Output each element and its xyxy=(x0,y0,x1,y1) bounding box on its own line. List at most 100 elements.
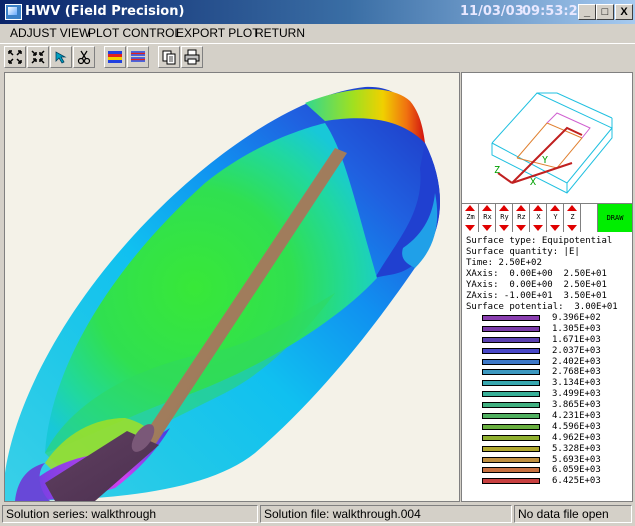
arrow-down-icon[interactable] xyxy=(550,225,560,231)
arrow-up-icon[interactable] xyxy=(516,205,526,211)
draw-button[interactable]: DRAW xyxy=(598,204,632,232)
legend-row: 5.328E+03 xyxy=(482,444,630,455)
pointer-button[interactable] xyxy=(50,46,72,68)
legend-value: 6.425E+03 xyxy=(552,476,601,487)
legend-row: 1.671E+03 xyxy=(482,335,630,346)
maximize-button[interactable]: □ xyxy=(596,4,614,20)
arrow-down-icon[interactable] xyxy=(567,225,577,231)
legend-row: 6.425E+03 xyxy=(482,476,630,487)
arrow-up-icon[interactable] xyxy=(533,205,543,211)
legend-swatch xyxy=(482,358,540,365)
rotate-z-control[interactable]: Rz xyxy=(513,204,530,232)
legend-row: 4.962E+03 xyxy=(482,433,630,444)
legend-swatch xyxy=(482,391,540,398)
legend-value: 5.328E+03 xyxy=(552,443,601,454)
legend-swatch xyxy=(482,347,540,354)
legend-row: 4.231E+03 xyxy=(482,411,630,422)
legend-swatch xyxy=(482,413,540,420)
arrow-up-icon[interactable] xyxy=(567,205,577,211)
pointer-icon xyxy=(55,51,67,64)
minimap-axis-y: Y xyxy=(542,155,548,166)
arrow-down-icon[interactable] xyxy=(499,225,509,231)
arrow-up-icon[interactable] xyxy=(482,205,492,211)
shift-z-control[interactable]: Z xyxy=(564,204,581,232)
close-button[interactable]: X xyxy=(615,4,633,20)
zoom-control[interactable]: Zm xyxy=(462,204,479,232)
shift-x-control[interactable]: X xyxy=(530,204,547,232)
bounding-box-diagram: Z X Y xyxy=(491,92,613,194)
rotate-x-control[interactable]: Rx xyxy=(479,204,496,232)
legend-swatch xyxy=(482,478,540,485)
scissors-button[interactable] xyxy=(73,46,95,68)
color-legend: 9.396E+02 1.305E+03 1.671E+03 2.037E+03 2.40… xyxy=(482,313,630,487)
legend-value: 5.693E+03 xyxy=(552,454,601,465)
plot-viewport[interactable] xyxy=(4,72,460,502)
legend-swatch xyxy=(482,423,540,430)
toolbar xyxy=(0,43,635,72)
legend-value: 4.231E+03 xyxy=(552,411,601,422)
legend-swatch xyxy=(482,315,540,321)
zoom-in-button[interactable] xyxy=(4,46,26,68)
window-title: HWV (Field Precision) xyxy=(25,4,185,19)
zoom-out-button[interactable] xyxy=(27,46,49,68)
rotate-y-control[interactable]: Ry xyxy=(496,204,513,232)
menu-return[interactable]: RETURN xyxy=(255,26,305,40)
zaxis-range: ZAxis: -1.00E+01 3.50E+01 xyxy=(466,291,607,301)
rotation-controls: Zm Rx Ry Rz X Y Z DRAW xyxy=(462,204,632,232)
status-file: Solution file: walkthrough.004 xyxy=(260,505,512,523)
title-bar: HWV (Field Precision) 11/03/03 09:53:26 … xyxy=(0,0,635,24)
scissors-icon xyxy=(77,50,91,65)
status-series: Solution series: walkthrough xyxy=(2,505,258,523)
menu-adjust-view[interactable]: ADJUST VIEW xyxy=(10,26,90,40)
menu-export-plot[interactable]: EXPORT PLOT xyxy=(176,26,260,40)
contour-lines-icon xyxy=(131,51,145,62)
legend-value: 3.865E+03 xyxy=(552,400,601,411)
legend-value: 4.596E+03 xyxy=(552,421,601,432)
title-time: 09:53:26 xyxy=(522,4,587,19)
color-palette-button[interactable] xyxy=(104,46,126,68)
print-button[interactable] xyxy=(181,46,203,68)
arrow-down-icon[interactable] xyxy=(482,225,492,231)
legend-value: 1.305E+03 xyxy=(552,323,601,334)
surface-quantity: Surface quantity: |E| xyxy=(466,247,580,257)
copy-button[interactable] xyxy=(158,46,180,68)
app-icon xyxy=(5,4,22,20)
minimize-button[interactable]: _ xyxy=(578,4,596,20)
arrow-down-icon[interactable] xyxy=(533,225,543,231)
arrow-down-icon[interactable] xyxy=(465,225,475,231)
legend-value: 2.768E+03 xyxy=(552,367,601,378)
status-data: No data file open xyxy=(514,505,632,523)
arrow-up-icon[interactable] xyxy=(499,205,509,211)
legend-row: 2.402E+03 xyxy=(482,357,630,368)
shift-y-control[interactable]: Y xyxy=(547,204,564,232)
plot-info: Surface type: Equipotential Surface quan… xyxy=(466,236,631,313)
menu-plot-control[interactable]: PLOT CONTROL xyxy=(88,26,181,40)
legend-swatch xyxy=(482,336,540,343)
arrow-up-icon[interactable] xyxy=(550,205,560,211)
arrow-down-icon[interactable] xyxy=(516,225,526,231)
legend-value: 3.499E+03 xyxy=(552,389,601,400)
arrow-up-icon[interactable] xyxy=(465,205,475,211)
legend-row: 5.693E+03 xyxy=(482,455,630,466)
legend-swatch xyxy=(482,380,540,387)
copy-icon xyxy=(162,50,176,65)
menu-bar: ADJUST VIEW PLOT CONTROL EXPORT PLOT RET… xyxy=(0,24,635,42)
legend-swatch xyxy=(482,445,540,452)
zoom-out-icon xyxy=(31,50,45,64)
legend-value: 1.671E+03 xyxy=(552,334,601,345)
status-bar: Solution series: walkthrough Solution fi… xyxy=(0,503,635,526)
legend-value: 9.396E+02 xyxy=(552,313,601,323)
side-panel: Z X Y Zm Rx Ry Rz X Y Z DRAW Surface typ… xyxy=(461,72,633,502)
orientation-minimap[interactable]: Z X Y xyxy=(462,73,632,204)
xaxis-range: XAxis: 0.00E+00 2.50E+01 xyxy=(466,269,607,279)
legend-row: 3.134E+03 xyxy=(482,378,630,389)
contour-lines-button[interactable] xyxy=(127,46,149,68)
legend-value: 3.134E+03 xyxy=(552,378,601,389)
time-value: Time: 2.50E+02 xyxy=(466,258,542,268)
legend-row: 2.768E+03 xyxy=(482,367,630,378)
yaxis-range: YAxis: 0.00E+00 2.50E+01 xyxy=(466,280,607,290)
legend-swatch xyxy=(482,325,540,332)
minimap-axis-x: X xyxy=(530,177,536,188)
minimap-axis-z: Z xyxy=(494,165,500,176)
legend-row: 6.059E+03 xyxy=(482,465,630,476)
